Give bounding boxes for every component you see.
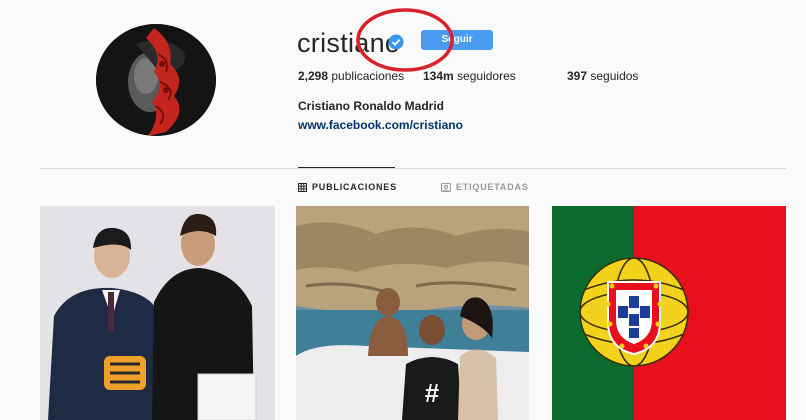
followers-stat[interactable]: 134m seguidores [423,69,516,83]
following-label: seguidos [590,69,639,83]
full-name: Cristiano Ronaldo Madrid [298,99,445,113]
following-count: 397 [567,69,588,83]
tab-label: ETIQUETADAS [456,182,529,192]
active-tab-indicator [298,167,395,168]
tab-label: PUBLICACIONES [312,182,397,192]
portugal-flag-image [552,206,786,420]
post-thumbnail[interactable] [552,206,786,420]
boat-cliffs-photo: # [296,206,529,420]
tab-etiquetadas[interactable]: ETIQUETADAS [441,182,529,192]
post-thumbnail[interactable] [40,206,275,420]
website-link[interactable]: www.facebook.com/cristiano [298,118,463,132]
posts-stat: 2,298 publicaciones [298,69,404,83]
annotation-circle [356,8,454,72]
avatar-image [96,24,216,136]
posts-label: publicaciones [331,69,405,83]
tag-icon [441,182,451,192]
grid-icon [298,182,307,192]
posts-count: 2,298 [298,69,329,83]
two-men-photo [40,206,275,420]
followers-label: seguidores [457,69,516,83]
tab-publicaciones[interactable]: PUBLICACIONES [298,182,397,192]
followers-count: 134m [423,69,454,83]
tabs-divider [40,168,786,169]
following-stat[interactable]: 397 seguidos [567,69,638,83]
jersey-hash-text: # [425,378,440,408]
post-thumbnail[interactable]: # [296,206,529,420]
profile-avatar[interactable] [96,24,216,136]
